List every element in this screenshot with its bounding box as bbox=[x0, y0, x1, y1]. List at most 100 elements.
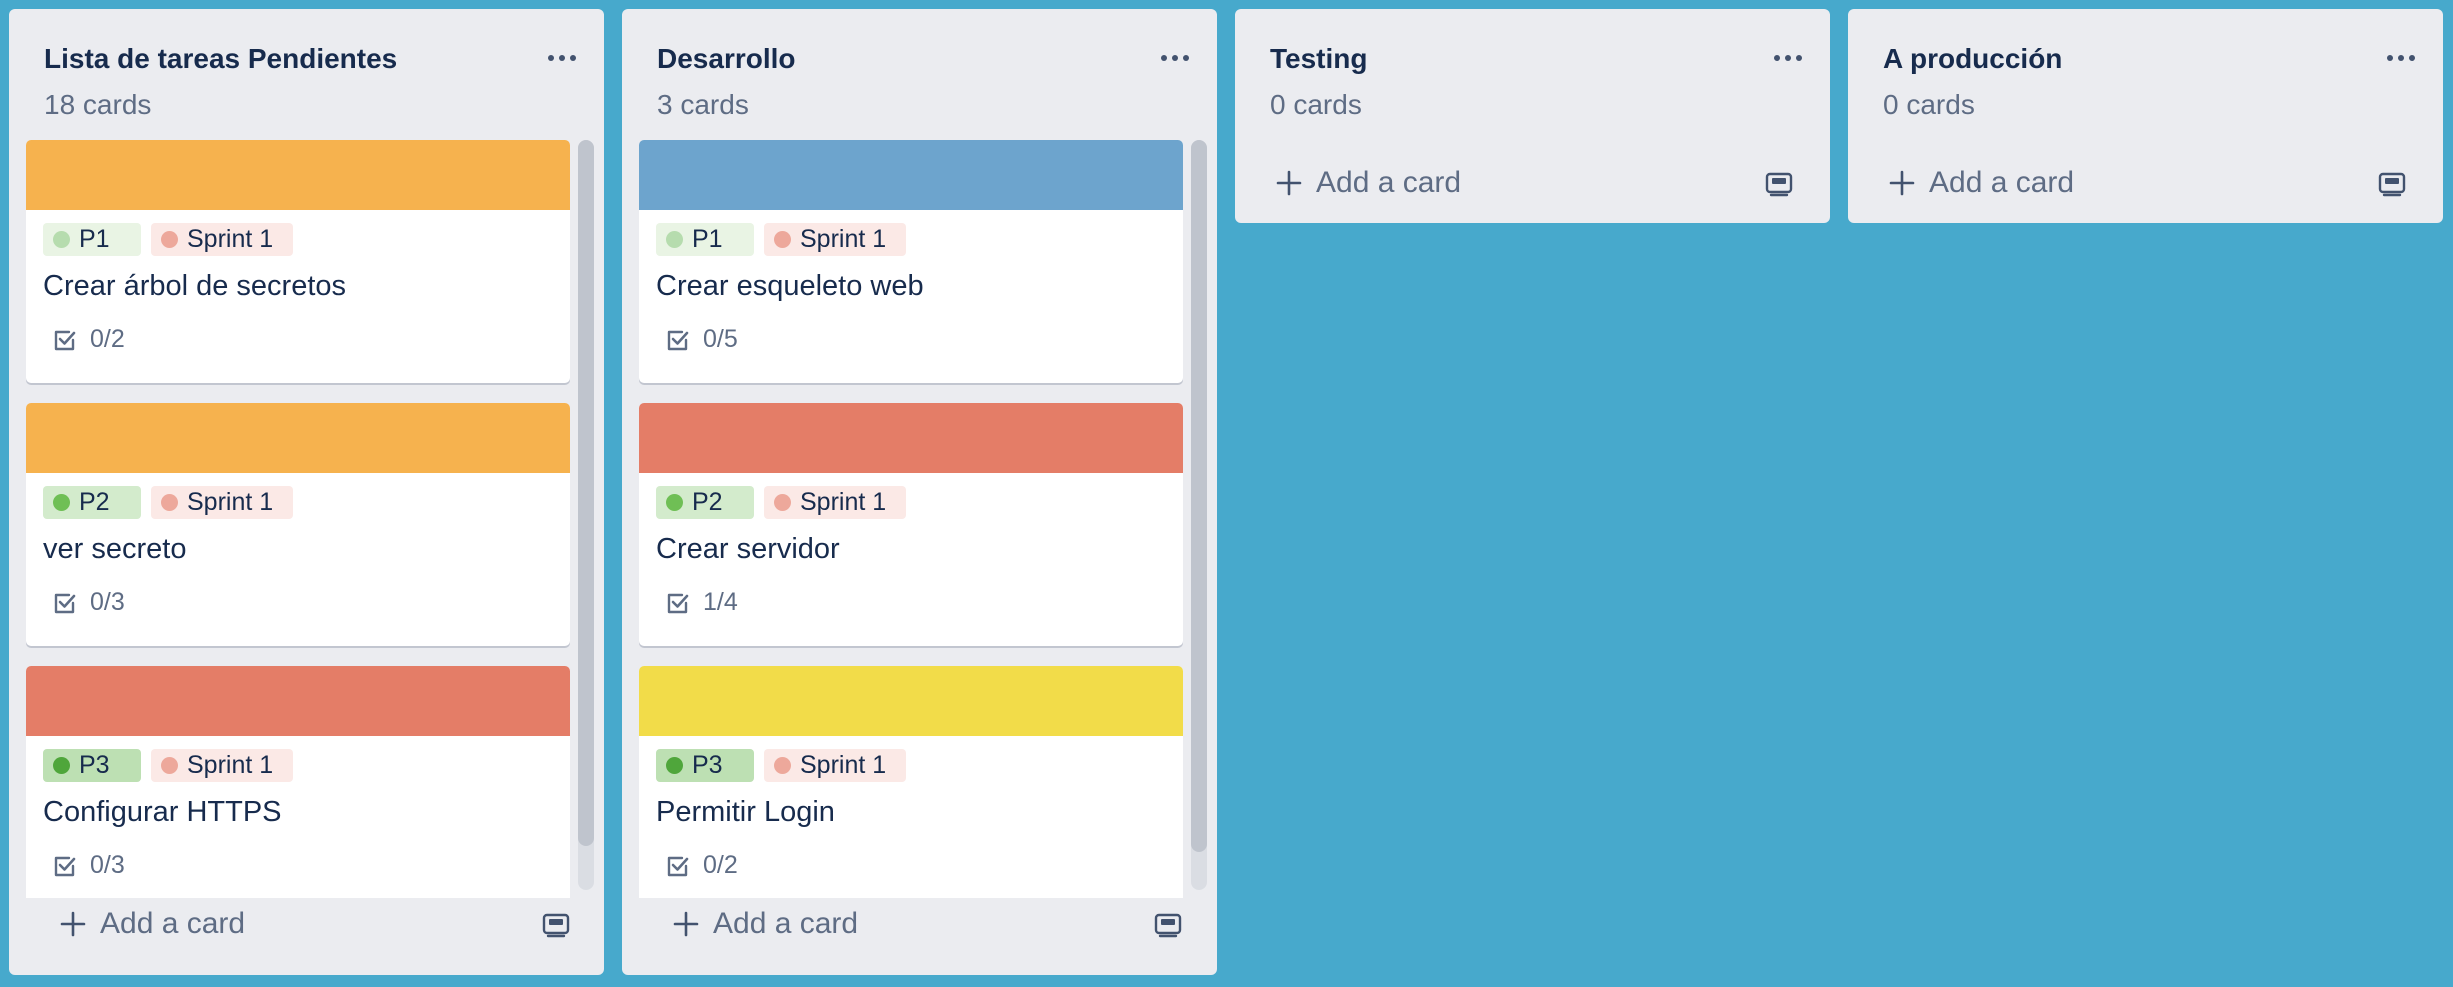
card-cover bbox=[26, 140, 570, 210]
list-menu-ellipsis-icon[interactable] bbox=[2383, 49, 2419, 67]
card-cover bbox=[639, 403, 1183, 473]
card[interactable]: P2 Sprint 1 Crear servidor 1/4 bbox=[639, 403, 1183, 646]
label-sprint[interactable]: Sprint 1 bbox=[764, 749, 906, 782]
label-priority[interactable]: P3 bbox=[656, 749, 754, 782]
label-text: Sprint 1 bbox=[187, 488, 274, 516]
checkbox-checked-icon bbox=[667, 330, 689, 350]
label-text: P3 bbox=[692, 751, 723, 779]
card-template-icon[interactable] bbox=[541, 909, 571, 939]
add-card-button[interactable]: Add a card bbox=[639, 896, 1199, 952]
label-text: P1 bbox=[692, 225, 723, 253]
scrollbar-thumb[interactable] bbox=[1191, 140, 1207, 852]
label-priority[interactable]: P3 bbox=[43, 749, 141, 782]
list-scrollbar[interactable] bbox=[578, 140, 594, 890]
label-sprint[interactable]: Sprint 1 bbox=[151, 223, 293, 256]
list-testing: Testing 0 cards Add a card bbox=[1235, 9, 1830, 223]
plus-icon bbox=[60, 911, 86, 937]
card[interactable]: P1 Sprint 1 Crear árbol de secretos 0/2 bbox=[26, 140, 570, 383]
checklist-count: 0/3 bbox=[90, 851, 125, 879]
card-title: Crear servidor bbox=[656, 533, 840, 565]
card[interactable]: P3 Sprint 1 Configurar HTTPS 0/3 bbox=[26, 666, 570, 898]
list-card-count: 0 cards bbox=[1883, 89, 1975, 120]
card-title: Permitir Login bbox=[656, 796, 835, 828]
label-sprint[interactable]: Sprint 1 bbox=[151, 486, 293, 519]
cards-area: P1 Sprint 1 Crear árbol de secretos 0/2 … bbox=[26, 140, 570, 898]
label-priority[interactable]: P2 bbox=[43, 486, 141, 519]
card-cover bbox=[26, 403, 570, 473]
label-priority[interactable]: P1 bbox=[43, 223, 141, 256]
checklist-count: 0/2 bbox=[90, 325, 125, 353]
checklist-count: 0/3 bbox=[90, 588, 125, 616]
label-priority[interactable]: P2 bbox=[656, 486, 754, 519]
list-produccion: A producción 0 cards Add a card bbox=[1848, 9, 2443, 223]
card-labels: P1 Sprint 1 bbox=[43, 223, 293, 256]
plus-icon bbox=[1276, 170, 1302, 196]
add-card-button[interactable]: Add a card bbox=[1252, 155, 1812, 211]
list-scrollbar[interactable] bbox=[1191, 140, 1207, 890]
label-text: P1 bbox=[79, 225, 110, 253]
card-cover bbox=[639, 140, 1183, 210]
checkbox-checked-icon bbox=[54, 856, 76, 876]
label-text: Sprint 1 bbox=[187, 751, 274, 779]
scrollbar-thumb[interactable] bbox=[578, 140, 594, 846]
label-text: P2 bbox=[692, 488, 723, 516]
card-title: ver secreto bbox=[43, 533, 187, 565]
label-sprint[interactable]: Sprint 1 bbox=[151, 749, 293, 782]
card-template-icon[interactable] bbox=[1153, 909, 1183, 939]
card-cover bbox=[639, 666, 1183, 736]
list-title[interactable]: Lista de tareas Pendientes bbox=[44, 43, 397, 75]
list-menu-ellipsis-icon[interactable] bbox=[1770, 49, 1806, 67]
checklist-badge: 0/3 bbox=[52, 851, 125, 880]
card-title: Configurar HTTPS bbox=[43, 796, 282, 828]
add-card-button[interactable]: Add a card bbox=[26, 896, 586, 952]
card-title: Crear árbol de secretos bbox=[43, 270, 347, 302]
card-template-icon[interactable] bbox=[2377, 168, 2407, 198]
list-menu-ellipsis-icon[interactable] bbox=[544, 49, 580, 67]
add-card-label: Add a card bbox=[100, 907, 246, 940]
plus-icon bbox=[673, 911, 699, 937]
label-text: Sprint 1 bbox=[800, 751, 887, 779]
list-desarrollo: Desarrollo 3 cards P1 Sprint 1 Crear esq… bbox=[622, 9, 1217, 975]
label-text: Sprint 1 bbox=[187, 225, 274, 253]
card-labels: P3 Sprint 1 bbox=[43, 749, 293, 782]
add-card-button[interactable]: Add a card bbox=[1865, 155, 2425, 211]
card-title: Crear esqueleto web bbox=[656, 270, 924, 302]
checklist-count: 0/2 bbox=[703, 851, 738, 879]
card-labels: P1 Sprint 1 bbox=[656, 223, 906, 256]
checklist-badge: 0/2 bbox=[52, 325, 125, 354]
board: Lista de tareas Pendientes 18 cards P1 S… bbox=[0, 0, 2453, 987]
label-sprint[interactable]: Sprint 1 bbox=[764, 486, 906, 519]
checklist-badge: 1/4 bbox=[665, 588, 738, 617]
card[interactable]: P3 Sprint 1 Permitir Login 0/2 bbox=[639, 666, 1183, 898]
add-card-label: Add a card bbox=[1316, 166, 1462, 199]
plus-icon bbox=[1889, 170, 1915, 196]
checklist-count: 0/5 bbox=[703, 325, 738, 353]
checkbox-checked-icon bbox=[54, 593, 76, 613]
card-template-icon[interactable] bbox=[1764, 168, 1794, 198]
list-title[interactable]: A producción bbox=[1883, 43, 2062, 75]
card-cover bbox=[26, 666, 570, 736]
card-labels: P2 Sprint 1 bbox=[43, 486, 293, 519]
card[interactable]: P1 Sprint 1 Crear esqueleto web 0/5 bbox=[639, 140, 1183, 383]
list-title[interactable]: Testing bbox=[1270, 43, 1367, 75]
add-card-label: Add a card bbox=[713, 907, 859, 940]
cards-area: P1 Sprint 1 Crear esqueleto web 0/5 P2 S… bbox=[639, 140, 1183, 898]
list-card-count: 0 cards bbox=[1270, 89, 1362, 120]
list-title[interactable]: Desarrollo bbox=[657, 43, 796, 75]
list-menu-ellipsis-icon[interactable] bbox=[1157, 49, 1193, 67]
list-card-count: 3 cards bbox=[657, 89, 749, 120]
checklist-count: 1/4 bbox=[703, 588, 738, 616]
card[interactable]: P2 Sprint 1 ver secreto 0/3 bbox=[26, 403, 570, 646]
card-labels: P3 Sprint 1 bbox=[656, 749, 906, 782]
label-text: P2 bbox=[79, 488, 110, 516]
label-sprint[interactable]: Sprint 1 bbox=[764, 223, 906, 256]
checkbox-checked-icon bbox=[667, 856, 689, 876]
label-priority[interactable]: P1 bbox=[656, 223, 754, 256]
checkbox-checked-icon bbox=[54, 330, 76, 350]
checklist-badge: 0/5 bbox=[665, 325, 738, 354]
label-text: Sprint 1 bbox=[800, 225, 887, 253]
label-text: P3 bbox=[79, 751, 110, 779]
list-pendientes: Lista de tareas Pendientes 18 cards P1 S… bbox=[9, 9, 604, 975]
checklist-badge: 0/3 bbox=[52, 588, 125, 617]
card-labels: P2 Sprint 1 bbox=[656, 486, 906, 519]
